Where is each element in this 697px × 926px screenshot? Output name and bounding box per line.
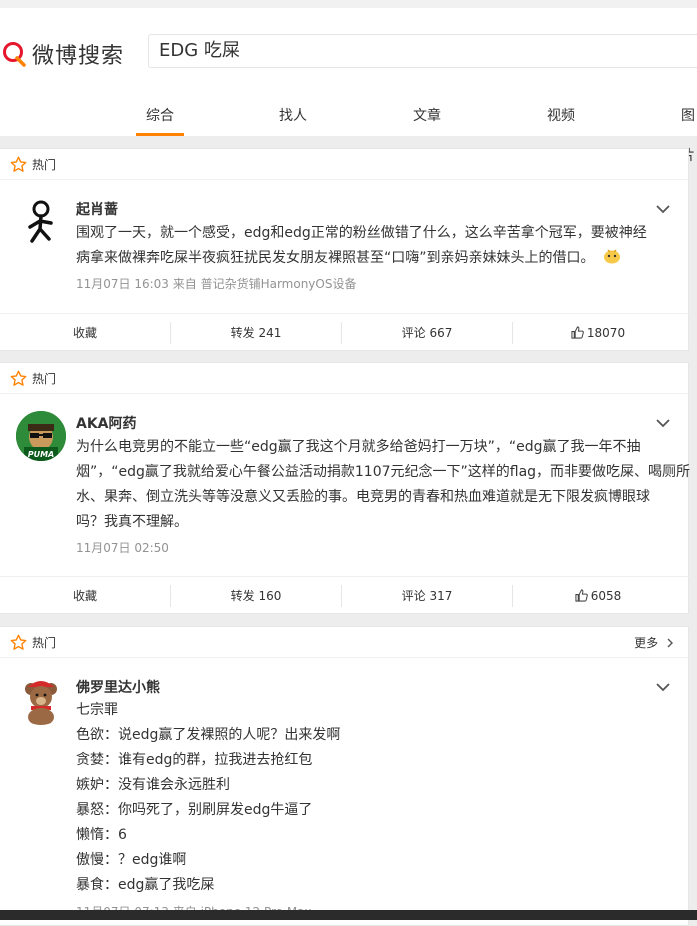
user-name[interactable]: AKA阿药 [76, 413, 137, 433]
hot-label: 热门 [32, 372, 57, 386]
like-count: 18070 [586, 326, 626, 340]
logo-text: 微博搜索 [32, 44, 125, 69]
star-icon [10, 370, 27, 386]
post-text-line: 傲慢：？edg谁啊 [76, 852, 187, 868]
chevron-down-icon[interactable] [656, 682, 670, 692]
more-link[interactable]: 更多 [634, 634, 674, 651]
post-text-line: 懒惰：6 [76, 827, 127, 843]
thumbs-up-icon [575, 589, 588, 602]
avatar[interactable] [16, 197, 66, 247]
search-logo-icon [3, 42, 26, 67]
post-text-line: 暴怒：你吗死了，别刷屏发edg牛逼了 [76, 802, 313, 818]
stick-figure-icon [28, 200, 53, 243]
user-name[interactable]: 起肖蔷 [76, 199, 118, 219]
comment-button[interactable]: 评论 317 [342, 577, 512, 615]
tab-videos[interactable]: 视频 [547, 96, 575, 136]
avatar-image: PUMA [16, 411, 66, 461]
post-card: 热门 更多 佛罗里达小熊 七宗罪 色欲：说edg赢了发裸照的人呢？出来发啊 贪婪… [0, 626, 689, 926]
post-text: 围观了一天，就一个感受，edg和edg正常的粉丝做错了什么，这么辛苦拿个冠军，要… [76, 221, 668, 271]
post-text-line: 暴食：edg赢了我吃屎 [76, 877, 215, 893]
action-bar: 收藏 转发 160 评论 317 6058 [0, 576, 689, 615]
post-text-line: 病拿来做裸奔吃屎半夜疯狂扰民发女朋友裸照甚至“口嗨”到亲妈亲妹妹头上的借口。 [76, 246, 668, 271]
avatar[interactable] [16, 675, 66, 725]
header: 微博搜索 EDG 吃屎 [0, 8, 697, 96]
repost-button[interactable]: 转发 241 [171, 314, 341, 352]
like-button[interactable]: 18070 [513, 314, 683, 352]
chevron-right-icon [667, 638, 673, 648]
chevron-down-icon[interactable] [656, 204, 670, 214]
card-header: 热门 [0, 363, 688, 394]
hot-label: 热门 [32, 636, 57, 650]
search-input[interactable]: EDG 吃屎 [148, 34, 697, 68]
collect-button[interactable]: 收藏 [0, 577, 170, 615]
thumbs-up-icon [571, 326, 584, 339]
active-tab-indicator [136, 133, 184, 136]
user-name[interactable]: 佛罗里达小熊 [76, 677, 160, 697]
post-card: 热门 起肖蔷 围观了一天，就一个感受，edg和edg正常的粉丝做错了什么，这么辛… [0, 148, 689, 351]
post-card: 热门 PUMA AKA阿药 为什么电竞男的不能立一些“edg赢了我这个月就多给爸… [0, 362, 691, 615]
collect-button[interactable]: 收藏 [0, 314, 170, 352]
post-text-line: 嫉妒：没有谁会永远胜利 [76, 777, 230, 793]
doge-emoji-icon [603, 249, 620, 264]
tab-people[interactable]: 找人 [279, 96, 307, 136]
tab-images[interactable]: 图片 [681, 96, 697, 164]
chevron-down-icon[interactable] [656, 418, 670, 428]
post-text-line: 烟”，“edg赢了我就给爱心午餐公益活动捐款1107元纪念一下”这样的flag，… [76, 464, 691, 480]
post-text-line: 围观了一天，就一个感受，edg和edg正常的粉丝做错了什么，这么辛苦拿个冠军，要… [76, 225, 647, 241]
post-text-line: 吗？我真不理解。 [76, 514, 188, 530]
post-text: 为什么电竞男的不能立一些“edg赢了我这个月就多给爸妈打一万块”，“edg赢了我… [76, 435, 691, 535]
comment-button[interactable]: 评论 667 [342, 314, 512, 352]
star-icon [10, 634, 27, 650]
post-text-line: 为什么电竞男的不能立一些“edg赢了我这个月就多给爸妈打一万块”，“edg赢了我… [76, 439, 641, 455]
like-count: 6058 [590, 589, 622, 603]
star-icon [10, 156, 27, 172]
hot-label: 热门 [32, 158, 57, 172]
tab-articles[interactable]: 文章 [413, 96, 441, 136]
post-text: 七宗罪 色欲：说edg赢了发裸照的人呢？出来发啊 贪婪：谁有edg的群，拉我进去… [76, 698, 668, 898]
post-text-line: 七宗罪 [76, 702, 118, 718]
like-button[interactable]: 6058 [513, 577, 683, 615]
post-meta: 11月07日 16:03 来自 普记杂货铺HarmonyOS设备 [76, 277, 357, 291]
post-text-line: 贪婪：谁有edg的群，拉我进去抢红包 [76, 752, 313, 768]
avatar-text: PUMA [28, 450, 55, 459]
teddy-bear-avatar [16, 675, 66, 725]
weibo-search-logo[interactable]: 微博搜索 [0, 36, 124, 72]
tab-all[interactable]: 综合 [146, 96, 174, 136]
card-header: 热门 更多 [0, 627, 688, 658]
post-meta: 11月07日 02:50 [76, 541, 169, 555]
bottom-taskbar [0, 910, 697, 920]
tab-bar: 综合 找人 文章 视频 图片 [0, 96, 697, 164]
post-text-line: 色欲：说edg赢了发裸照的人呢？出来发啊 [76, 727, 341, 743]
card-header: 热门 [0, 149, 688, 180]
action-bar: 收藏 转发 241 评论 667 18070 [0, 313, 689, 352]
avatar[interactable]: PUMA [16, 411, 66, 461]
post-text-line: 水、果奔、倒立洗头等等没意义又丢脸的事。电竞男的青春和热血难道就是无下限发疯博眼… [76, 489, 650, 505]
repost-button[interactable]: 转发 160 [171, 577, 341, 615]
